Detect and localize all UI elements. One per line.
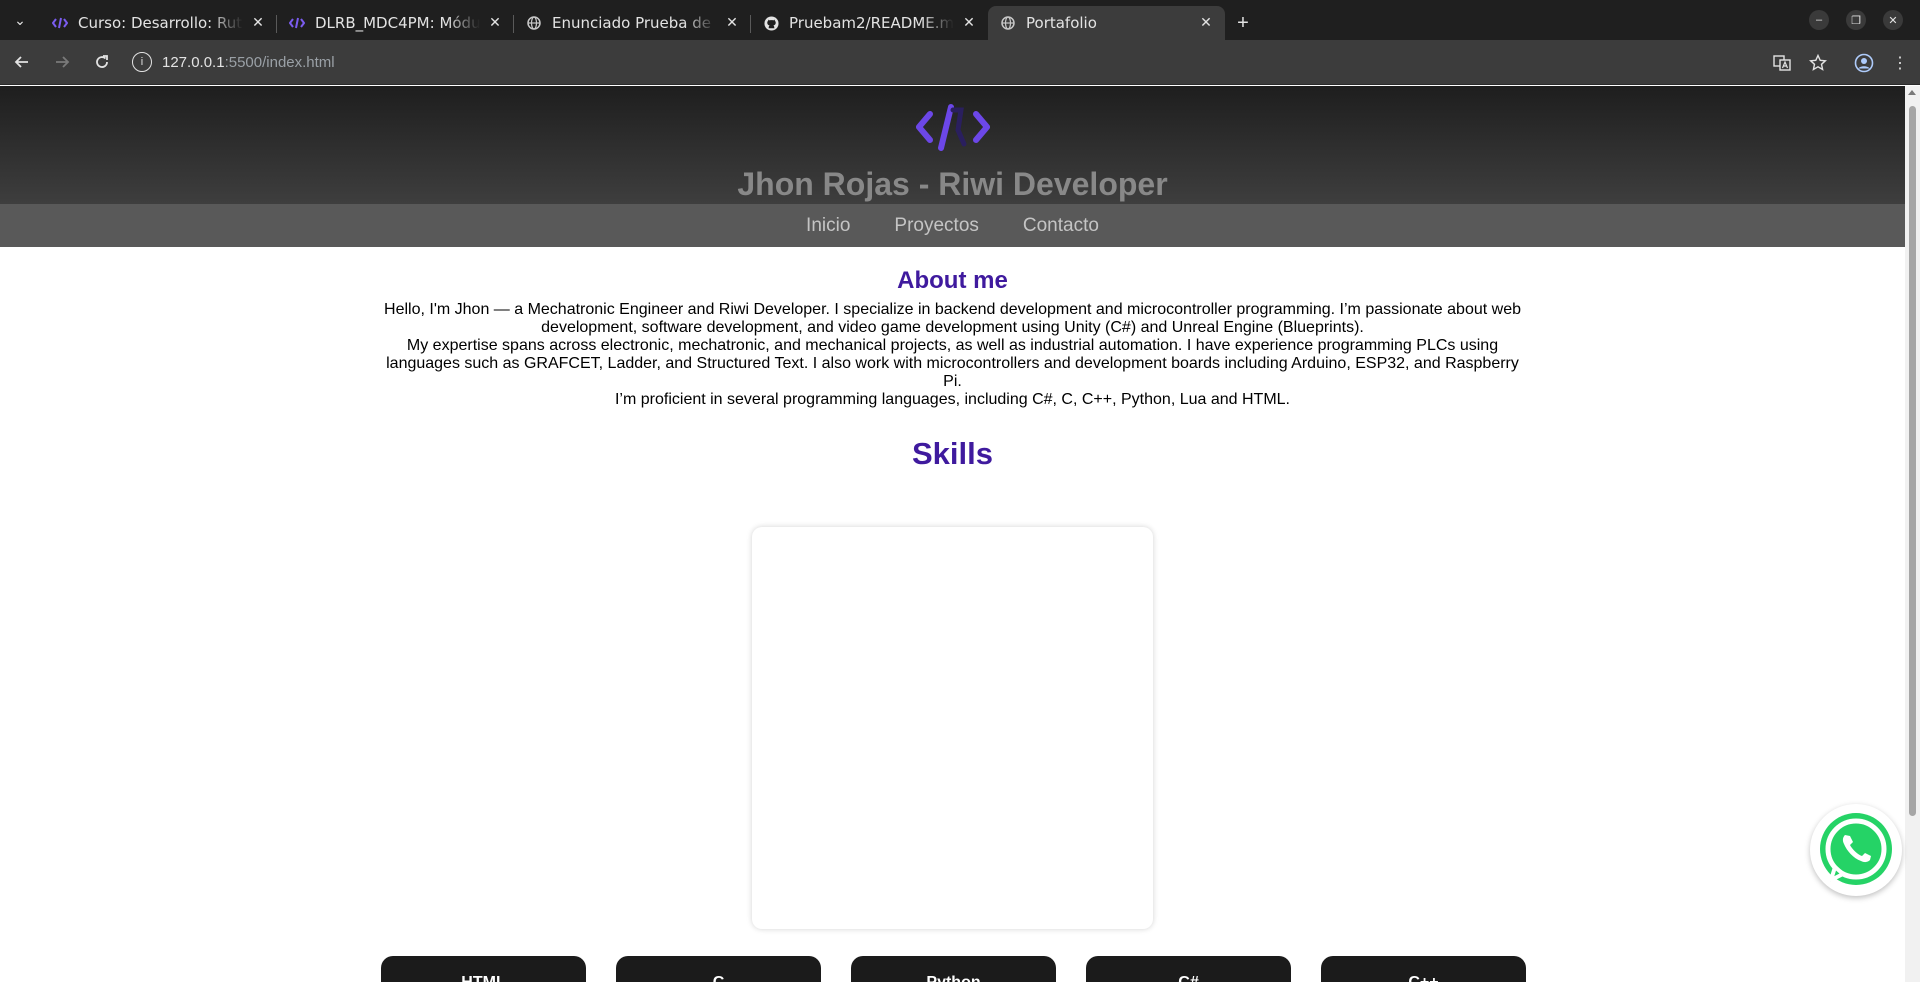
site-info-icon[interactable]: i	[132, 52, 152, 72]
tab-title: Portafolio	[1026, 14, 1097, 32]
url-path: :5500/index.html	[224, 53, 335, 71]
scroll-up-arrow[interactable]	[1908, 90, 1916, 95]
profile-icon[interactable]	[1848, 47, 1880, 79]
close-icon[interactable]: ✕	[249, 14, 267, 32]
about-section: About me Hello, I'm Jhon — a Mechatronic…	[383, 267, 1523, 409]
reload-icon	[96, 55, 108, 68]
minimize-button[interactable]: –	[1809, 10, 1829, 30]
skill-pill[interactable]: C	[616, 956, 821, 982]
about-line: My expertise spans across electronic, me…	[386, 337, 1519, 390]
browser-toolbar: i 127.0.0.1:5500/index.html ⋮	[0, 40, 1920, 85]
about-heading: About me	[897, 267, 1008, 294]
riwi-icon	[52, 15, 68, 31]
skills-heading: Skills	[912, 436, 993, 471]
site-nav: Inicio Proyectos Contacto	[0, 204, 1905, 247]
reload-button[interactable]	[84, 44, 120, 80]
skill-pill-list: HTML C Python C# C++	[381, 956, 1556, 982]
restore-button[interactable]: ❐	[1846, 10, 1866, 30]
address-bar[interactable]: i 127.0.0.1:5500/index.html	[128, 44, 1768, 80]
tab-title: Pruebam2/README.md	[789, 14, 954, 32]
nav-link-proyectos[interactable]: Proyectos	[894, 215, 978, 237]
url-host: 127.0.0.1	[162, 53, 225, 71]
tab-title: Enunciado Prueba de De	[552, 14, 717, 32]
forward-button[interactable]	[44, 44, 80, 80]
nav-link-inicio[interactable]: Inicio	[806, 215, 850, 237]
page-scrollbar[interactable]	[1905, 86, 1920, 982]
about-text: Hello, I'm Jhon — a Mechatronic Engineer…	[383, 301, 1523, 409]
more-menu-icon[interactable]: ⋮	[1884, 47, 1916, 79]
translate-icon[interactable]	[1766, 47, 1798, 79]
skill-pill[interactable]: Python	[851, 956, 1056, 982]
scrollbar-thumb[interactable]	[1909, 106, 1916, 816]
close-icon[interactable]: ✕	[723, 14, 741, 32]
browser-tab-strip: ⌄ Curso: Desarrollo: Ruta b ✕ DLRB_MDC4P…	[0, 0, 1920, 40]
close-icon[interactable]: ✕	[960, 14, 978, 32]
page-viewport: Jhon Rojas - Riwi Developer Inicio Proye…	[0, 86, 1905, 982]
tab-title: DLRB_MDC4PM: Módulo	[315, 14, 480, 32]
whatsapp-icon	[1820, 813, 1892, 885]
globe-icon	[1000, 15, 1016, 31]
whatsapp-button[interactable]	[1810, 804, 1902, 896]
site-header: Jhon Rojas - Riwi Developer	[0, 86, 1905, 204]
about-line: Hello, I'm Jhon — a Mechatronic Engineer…	[384, 301, 1521, 336]
globe-icon	[526, 15, 542, 31]
riwi-logo	[916, 104, 990, 151]
tab-search-button[interactable]: ⌄	[0, 0, 40, 40]
close-icon[interactable]: ✕	[1197, 14, 1215, 32]
browser-tab[interactable]: DLRB_MDC4PM: Módulo ✕	[277, 6, 514, 40]
riwi-icon	[289, 15, 305, 31]
browser-tab[interactable]: Curso: Desarrollo: Ruta b ✕	[40, 6, 277, 40]
nav-link-contacto[interactable]: Contacto	[1023, 215, 1099, 237]
bookmark-star-icon[interactable]	[1802, 47, 1834, 79]
skill-pill[interactable]: C#	[1086, 956, 1291, 982]
close-window-button[interactable]: ✕	[1883, 10, 1903, 30]
skill-pill[interactable]: HTML	[381, 956, 586, 982]
github-icon	[763, 15, 779, 31]
browser-tab[interactable]: Pruebam2/README.md ✕	[751, 6, 988, 40]
tab-title: Curso: Desarrollo: Ruta b	[78, 14, 243, 32]
browser-tab[interactable]: Enunciado Prueba de De ✕	[514, 6, 751, 40]
new-tab-button[interactable]: +	[1225, 6, 1261, 40]
back-button[interactable]	[4, 44, 40, 80]
arrow-right-icon	[56, 56, 70, 68]
skill-pill[interactable]: C++	[1321, 956, 1526, 982]
arrow-left-icon	[14, 56, 28, 68]
browser-tab-active[interactable]: Portafolio ✕	[988, 6, 1225, 40]
site-title: Jhon Rojas - Riwi Developer	[737, 166, 1168, 202]
window-controls: – ❐ ✕	[1809, 0, 1920, 40]
toolbar-actions: ⋮	[1766, 40, 1920, 85]
skill-card	[752, 527, 1153, 929]
close-icon[interactable]: ✕	[486, 14, 504, 32]
about-line: I’m proficient in several programming la…	[614, 391, 1290, 408]
